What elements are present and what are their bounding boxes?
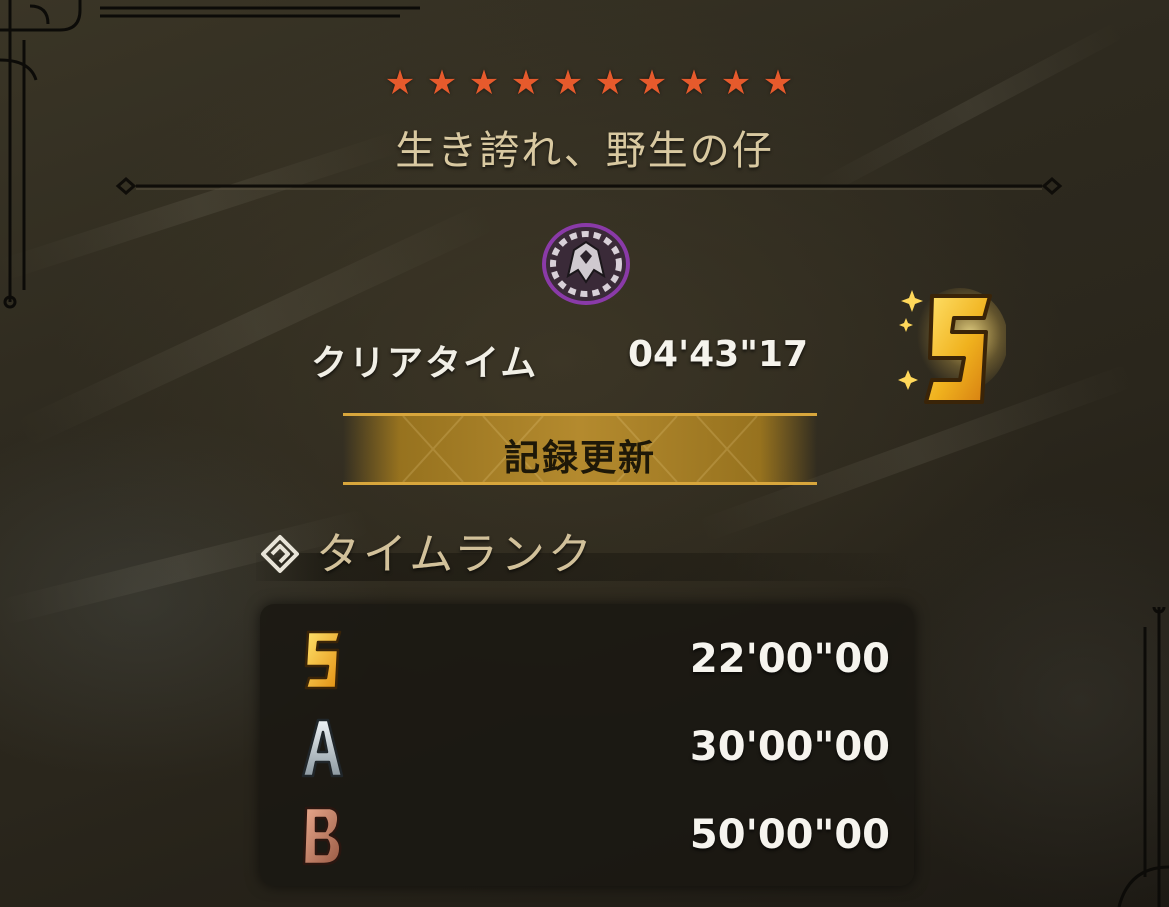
star-icon: ★ — [636, 63, 668, 103]
record-updated-label: 記録更新 — [503, 438, 656, 479]
star-icon: ★ — [552, 63, 584, 103]
record-updated-banner: 記録更新 — [343, 413, 817, 485]
rank-time-s: 22'00"00 — [689, 636, 890, 682]
rank-b-icon — [302, 806, 342, 866]
rank-s-badge-icon — [898, 288, 1006, 404]
rank-time-b: 50'00"00 — [689, 812, 890, 858]
star-icon: ★ — [384, 63, 416, 103]
quest-title: 生き誇れ、野生の仔 — [395, 128, 774, 174]
title-divider — [115, 177, 1063, 195]
quest-result-screen: ★ ★ ★ ★ ★ ★ ★ ★ ★ ★ 生き誇れ、野生の仔 クリアタイム 04'43"17 — [0, 0, 1169, 907]
star-icon: ★ — [762, 63, 794, 103]
star-icon: ★ — [468, 63, 500, 103]
clear-time-label: クリアタイム — [311, 343, 539, 384]
star-icon: ★ — [426, 63, 458, 103]
clear-time-value: 04'43"17 — [628, 334, 809, 375]
difficulty-stars: ★ ★ ★ ★ ★ ★ ★ ★ ★ ★ — [383, 66, 795, 100]
rank-s-icon — [304, 630, 342, 690]
time-rank-section-title: タイムランク — [316, 529, 595, 580]
star-icon: ★ — [720, 63, 752, 103]
rank-section-icon — [261, 535, 299, 573]
rank-row-a: 30'00"00 — [260, 706, 914, 786]
corner-ornament-bottom-right — [1117, 607, 1169, 907]
monster-emblem-icon — [542, 223, 630, 305]
star-icon: ★ — [594, 63, 626, 103]
rank-row-b: 50'00"00 — [260, 794, 914, 874]
rank-row-s: 22'00"00 — [260, 618, 914, 698]
rank-a-icon — [301, 718, 344, 778]
star-icon: ★ — [678, 63, 710, 103]
star-icon: ★ — [510, 63, 542, 103]
time-rank-table: 22'00"00 30'00"00 50'00"00 — [260, 604, 914, 886]
rank-time-a: 30'00"00 — [689, 724, 890, 770]
